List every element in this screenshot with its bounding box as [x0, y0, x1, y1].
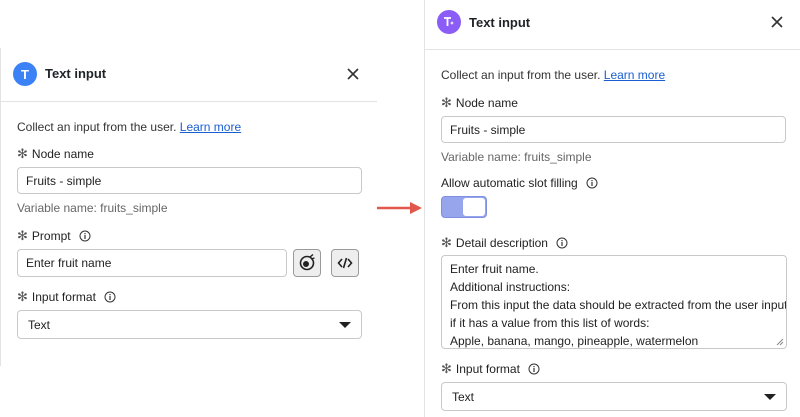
ai-assist-button[interactable]: [293, 249, 321, 277]
prompt-label-text: Prompt: [31, 229, 71, 243]
slot-filling-label-text: Allow automatic slot filling: [441, 176, 578, 190]
required-icon: ✻: [17, 228, 28, 243]
right-text-input-panel: Text input Collect an input from the use…: [424, 0, 800, 417]
chevron-down-icon: [339, 321, 351, 328]
toggle-knob: [463, 198, 485, 216]
input-format-value: Text: [28, 317, 51, 332]
prompt-input[interactable]: [17, 249, 287, 277]
detail-description-textarea[interactable]: Enter fruit name. Additional instruction…: [441, 255, 787, 349]
code-button[interactable]: [331, 249, 359, 277]
node-name-input[interactable]: [441, 116, 786, 143]
left-text-input-panel: T Text input Collect an input from the u…: [0, 48, 377, 366]
textarea-line: From this input the data should be extra…: [450, 298, 787, 312]
input-format-label: ✻ Input format: [441, 361, 540, 377]
text-input-icon: T: [13, 62, 37, 86]
node-name-label-text: Node name: [31, 147, 94, 161]
input-format-label-text: Input format: [31, 290, 96, 304]
input-format-select[interactable]: Text: [441, 382, 787, 411]
learn-more-link[interactable]: Learn more: [604, 68, 665, 82]
node-name-label: ✻ Node name: [441, 95, 518, 111]
input-format-label-text: Input format: [455, 362, 520, 376]
slot-filling-toggle[interactable]: [441, 196, 487, 218]
required-icon: ✻: [441, 95, 452, 110]
panel-description: Collect an input from the user. Learn mo…: [441, 68, 665, 82]
prompt-label: ✻ Prompt: [17, 228, 91, 244]
input-format-select[interactable]: Text: [17, 310, 362, 339]
resize-handle-icon[interactable]: [776, 338, 784, 346]
info-icon[interactable]: [79, 230, 91, 242]
textarea-line: Apple, banana, mango, pineapple, waterme…: [450, 334, 699, 348]
input-format-label: ✻ Input format: [17, 289, 116, 305]
left-panel-header: T Text input: [1, 48, 377, 102]
panel-title: Text input: [45, 66, 107, 81]
close-icon[interactable]: [345, 66, 361, 82]
description-text: Collect an input from the user.: [17, 120, 177, 134]
node-name-input[interactable]: [17, 167, 362, 194]
text-input-icon: [437, 10, 461, 34]
close-icon[interactable]: [769, 14, 785, 30]
panel-title: Text input: [469, 15, 531, 30]
detail-description-label-text: Detail description: [455, 236, 548, 250]
info-icon[interactable]: [528, 363, 540, 375]
panel-description: Collect an input from the user. Learn mo…: [17, 120, 241, 134]
node-name-label: ✻ Node name: [17, 146, 94, 162]
required-icon: ✻: [441, 235, 452, 250]
chevron-down-icon: [764, 393, 776, 400]
right-panel-header: Text input: [425, 0, 800, 50]
textarea-line: Additional instructions:: [450, 280, 571, 294]
description-text: Collect an input from the user.: [441, 68, 601, 82]
info-icon[interactable]: [104, 291, 116, 303]
variable-name-text: Variable name: fruits_simple: [17, 201, 168, 215]
required-icon: ✻: [441, 361, 452, 376]
detail-description-label: ✻ Detail description: [441, 235, 568, 251]
textarea-line: Enter fruit name.: [450, 262, 539, 276]
required-icon: ✻: [17, 146, 28, 161]
node-name-label-text: Node name: [455, 96, 518, 110]
info-icon[interactable]: [586, 177, 598, 189]
info-icon[interactable]: [556, 237, 568, 249]
code-icon: [337, 257, 353, 269]
input-format-value: Text: [452, 389, 475, 404]
textarea-line: if it has a value from this list of word…: [450, 316, 650, 330]
arrow-right-icon: [377, 202, 422, 214]
learn-more-link[interactable]: Learn more: [180, 120, 241, 134]
ai-assist-icon: [299, 254, 315, 271]
slot-filling-label: Allow automatic slot filling: [441, 176, 598, 190]
variable-name-text: Variable name: fruits_simple: [441, 150, 592, 164]
required-icon: ✻: [17, 289, 28, 304]
